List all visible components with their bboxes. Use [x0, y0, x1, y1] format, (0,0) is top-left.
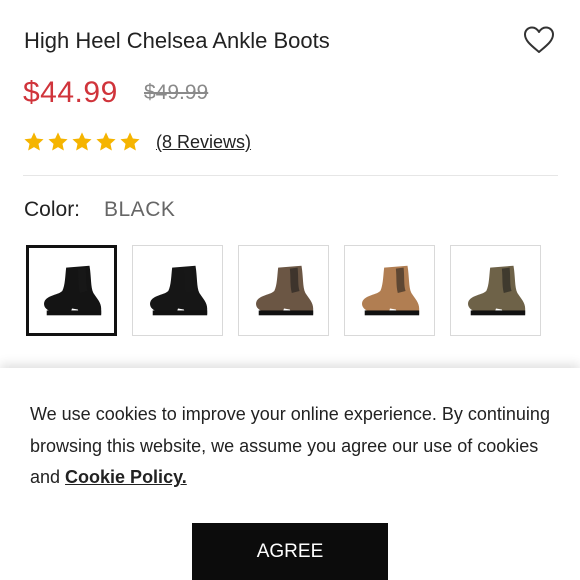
boot-image — [149, 265, 207, 315]
star-icon — [72, 132, 92, 151]
star-icon — [96, 132, 116, 151]
color-swatches — [26, 245, 541, 336]
star-icon — [48, 132, 68, 151]
swatch-tan[interactable] — [344, 245, 435, 336]
color-value: BLACK — [104, 198, 176, 221]
divider — [23, 175, 558, 176]
heart-icon[interactable] — [522, 24, 556, 56]
swatch-black-suede[interactable] — [26, 245, 117, 336]
original-price: $49.99 — [144, 81, 209, 104]
sale-price: $44.99 — [23, 76, 118, 109]
color-label: Color: — [24, 198, 81, 221]
reviews-link[interactable]: (8 Reviews) — [156, 132, 251, 153]
agree-button[interactable]: AGREE — [192, 523, 388, 580]
product-title: High Heel Chelsea Ankle Boots — [24, 28, 330, 53]
cookie-policy-link[interactable]: Cookie Policy. — [65, 467, 187, 487]
star-icon — [24, 132, 44, 151]
swatch-brown[interactable] — [238, 245, 329, 336]
swatch-olive[interactable] — [450, 245, 541, 336]
boot-image — [43, 265, 101, 315]
swatch-black[interactable] — [132, 245, 223, 336]
boot-image — [361, 265, 419, 315]
star-icon — [120, 132, 140, 151]
cookie-message: We use cookies to improve your online ex… — [30, 399, 555, 494]
boot-image — [255, 265, 313, 315]
rating-stars — [23, 131, 141, 153]
boot-image — [467, 265, 525, 315]
